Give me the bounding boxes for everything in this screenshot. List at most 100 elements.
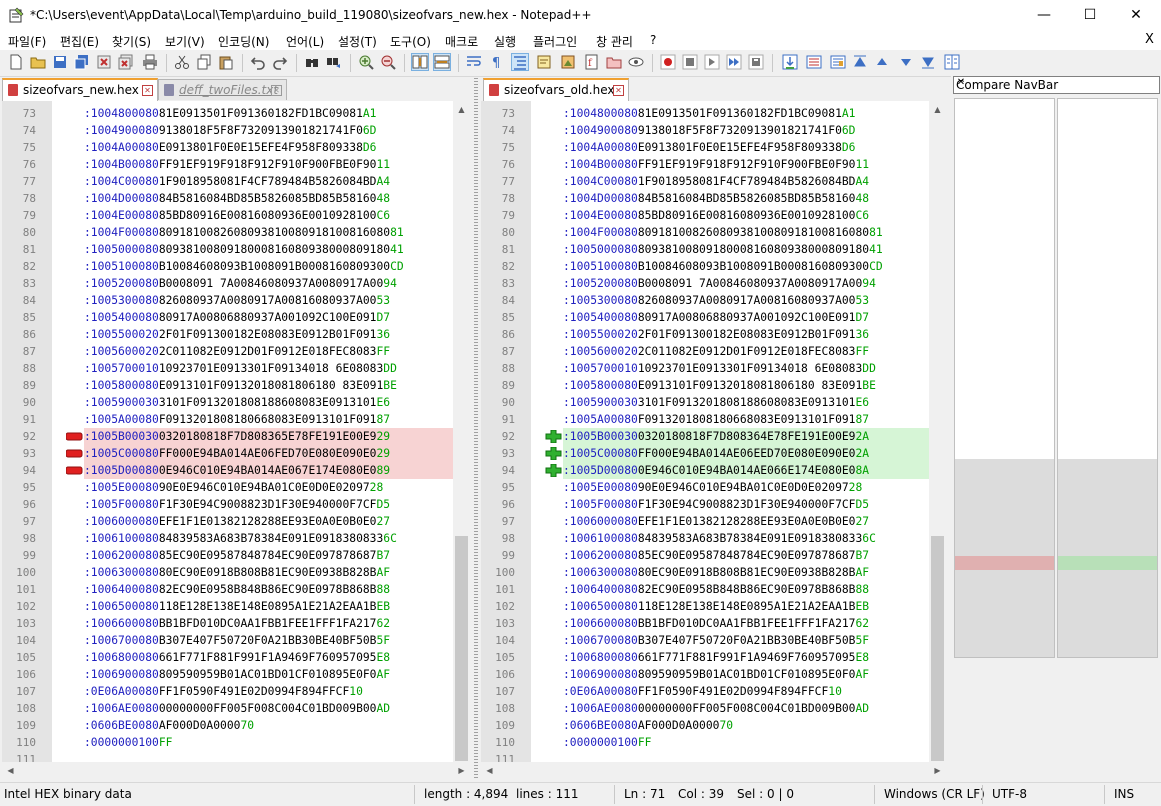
zoom-out-icon[interactable] — [380, 54, 396, 70]
line-content[interactable]: :100620008085EC90E09587848784EC90E097878… — [84, 547, 470, 564]
line-content[interactable]: :100640008082EC90E0958B848B86EC90E0978B8… — [84, 581, 470, 598]
new-file-icon[interactable] — [8, 54, 24, 70]
line-content[interactable]: :0000000100FF — [84, 734, 470, 751]
menu-tools[interactable]: 도구(O) — [390, 33, 431, 50]
code-line[interactable]: 92:1005B000300320180818F7D808364E78FE191… — [481, 428, 946, 445]
play-macro-icon[interactable] — [704, 54, 720, 70]
menu-search[interactable]: 찾기(S) — [112, 33, 151, 50]
code-line[interactable]: 83:1005200080B0008091 7A00846080937A0080… — [481, 275, 946, 292]
code-line[interactable]: 87:10056000202C011082E0912D01F0912E018FE… — [481, 343, 946, 360]
line-content[interactable]: :1006500080118E128E138E148E0895A1E21A2EA… — [563, 598, 946, 615]
code-line[interactable]: 100:100630008080EC90E0918B808B81EC90E093… — [481, 564, 946, 581]
tab-deff-twofiles[interactable]: deff_twoFiles.txt ✕ — [158, 79, 287, 100]
zoom-in-icon[interactable] — [358, 54, 374, 70]
code-line[interactable]: 76:1004B00080FF91EF919F918F912F910F900FB… — [481, 156, 946, 173]
line-content[interactable]: :100540008080917A00806880937A001092C100E… — [84, 309, 470, 326]
code-line[interactable]: 90:10059000303101F0913201808188608083E09… — [481, 394, 946, 411]
line-content[interactable]: :100630008080EC90E0918B808B81EC90E0938B8… — [563, 564, 946, 581]
code-line[interactable]: 103:1006600080BB1BFD010DC0AA1FBB1FEE1FFF… — [481, 615, 946, 632]
code-line[interactable]: 79:1004E0008085BD80916E00816080936E00109… — [2, 207, 470, 224]
code-line[interactable]: 81:1005000080809381008091800081608093800… — [481, 241, 946, 258]
code-line[interactable]: 82:1005100080B10084608093B1008091B000816… — [2, 258, 470, 275]
find-icon[interactable] — [304, 54, 320, 70]
line-content[interactable]: :0606BE0080AF000D0A000070 — [563, 717, 946, 734]
line-content[interactable]: :1004B00080FF91EF919F918F912F910F900FBE0… — [84, 156, 470, 173]
menu-settings[interactable]: 설정(T) — [338, 33, 377, 50]
line-content[interactable]: :1005300080826080937A0080917A00816080937… — [563, 292, 946, 309]
line-content[interactable]: :100540008080917A00806880937A001092C100E… — [563, 309, 946, 326]
line-content[interactable]: :1004F0008080918100826080938100809181008… — [563, 224, 946, 241]
code-line[interactable]: 104:1006700080B307E407F50720F0A21BB30BE4… — [2, 632, 470, 649]
code-line[interactable]: 78:1004D0008084B5816084BD85B5826085BD85B… — [2, 190, 470, 207]
close-file-icon[interactable] — [96, 54, 112, 70]
code-line[interactable]: 81:1005000080809381008091800081608093800… — [2, 241, 470, 258]
line-content[interactable]: :1005E0008090E0E946C010E94BA01C0E0D0E020… — [563, 479, 946, 496]
code-line[interactable]: 76:1004B00080FF91EF919F918F912F910F900FB… — [2, 156, 470, 173]
replace-icon[interactable] — [326, 54, 342, 70]
code-line[interactable]: 97:1006000080EFE1F1E01382128288EE93E0A0E… — [481, 513, 946, 530]
line-content[interactable]: :1006600080BB1BFD010DC0AA1FBB1FEE1FFF1FA… — [84, 615, 470, 632]
code-line[interactable]: 106:1006900080809590959B01AC01BD01CF0108… — [2, 666, 470, 683]
scroll-left-icon[interactable]: ◀ — [2, 762, 19, 779]
menu-language[interactable]: 언어(L) — [286, 33, 324, 50]
line-content[interactable]: :100500008080938100809180008160809380008… — [563, 241, 946, 258]
code-line[interactable]: 105:1006800080661F771F881F991F1A9469F760… — [2, 649, 470, 666]
previous-diff-icon[interactable] — [874, 54, 890, 70]
code-line[interactable]: 92:1005B000300320180818F7D808365E78FE191… — [2, 428, 470, 445]
minimize-button[interactable]: — — [1021, 0, 1067, 30]
line-content[interactable]: :1004A00080E0913801F0E0E15EFE4F958F80933… — [563, 139, 946, 156]
undo-icon[interactable] — [250, 54, 266, 70]
menu-edit[interactable]: 편집(E) — [60, 33, 99, 50]
compare-icon[interactable] — [782, 54, 798, 70]
line-content[interactable]: :1004B00080FF91EF919F918F912F910F900FBE0… — [563, 156, 946, 173]
line-content[interactable]: :0606BE0080AF000D0A000070 — [84, 717, 470, 734]
line-content[interactable]: :1005A00080F0913201808180668083E0913101F… — [84, 411, 470, 428]
code-line[interactable]: 82:1005100080B10084608093B1008091B000816… — [481, 258, 946, 275]
line-content[interactable]: :1006AE008000000000FF005F008C004C01BD009… — [84, 700, 470, 717]
code-line[interactable]: 102:1006500080118E128E138E148E0895A1E21A… — [481, 598, 946, 615]
code-line[interactable]: 85:100540008080917A00806880937A001092C10… — [2, 309, 470, 326]
record-macro-icon[interactable] — [660, 54, 676, 70]
code-line[interactable]: 107:0E06A00080FF1F0590F491E02D0994F894FF… — [481, 683, 946, 700]
code-line[interactable]: 110:0000000100FF — [481, 734, 946, 751]
line-content[interactable]: :0E06A00080FF1F0590F491E02D0994F894FFCF1… — [563, 683, 946, 700]
last-diff-icon[interactable] — [920, 54, 936, 70]
folder-as-workspace-icon[interactable] — [606, 54, 622, 70]
navbar-right-column[interactable] — [1057, 98, 1158, 658]
code-line[interactable]: 102:1006500080118E128E138E148E0895A1E21A… — [2, 598, 470, 615]
line-content[interactable]: :1005C00080FF000E94BA014AE06FED70E080E09… — [84, 445, 470, 462]
code-line[interactable]: 84:1005300080826080937A0080917A008160809… — [2, 292, 470, 309]
menu-run[interactable]: 실행 — [494, 33, 516, 50]
code-line[interactable]: 74:10049000809138018F5F8F732091390182174… — [481, 122, 946, 139]
code-line[interactable]: 110:0000000100FF — [2, 734, 470, 751]
code-line[interactable]: 80:1004F00080809181008260809381008091810… — [2, 224, 470, 241]
code-line[interactable]: 86:10055000202F01F091300182E08083E0912B0… — [2, 326, 470, 343]
monitoring-icon[interactable] — [628, 54, 644, 70]
line-content[interactable]: :1005100080B10084608093B1008091B00081608… — [84, 258, 470, 275]
line-content[interactable]: :1006700080B307E407F50720F0A21BB30BE40BF… — [84, 632, 470, 649]
print-icon[interactable] — [142, 54, 158, 70]
line-content[interactable]: :1005C00080FF000E94BA014AE06EED70E080E09… — [563, 445, 946, 462]
scroll-right-icon[interactable]: ▶ — [453, 762, 470, 779]
code-line[interactable]: 105:1006800080661F771F881F991F1A9469F760… — [481, 649, 946, 666]
close-window-button[interactable]: ✕ — [1113, 0, 1159, 30]
scroll-up-icon[interactable]: ▲ — [453, 101, 470, 118]
line-content[interactable]: :1005800080E0913101F09132018081806180 83… — [563, 377, 946, 394]
sync-horizontal-scroll-icon[interactable] — [433, 53, 451, 71]
compare-to-git-icon[interactable] — [830, 54, 846, 70]
left-horizontal-scrollbar[interactable]: ◀ ▶ — [2, 762, 470, 779]
code-line[interactable]: 75:1004A00080E0913801F0E0E15EFE4F958F809… — [2, 139, 470, 156]
line-content[interactable]: :10055000202F01F091300182E08083E0912B01F… — [563, 326, 946, 343]
line-content[interactable]: :10056000202C011082E0912D01F0912E018FEC8… — [84, 343, 470, 360]
code-line[interactable]: 93:1005C00080FF000E94BA014AE06EED70E080E… — [481, 445, 946, 462]
line-content[interactable]: :10049000809138018F5F8F7320913901821741F… — [563, 122, 946, 139]
menu-window[interactable]: 창 관리 — [596, 33, 633, 50]
line-content[interactable]: :1005A00080F0913201808180668083E0913101F… — [563, 411, 946, 428]
scroll-left-icon[interactable]: ◀ — [481, 762, 498, 779]
code-line[interactable]: 83:1005200080B0008091 7A00846080937A0080… — [2, 275, 470, 292]
line-content[interactable]: :100610008084839583A683B78384E091E091838… — [84, 530, 470, 547]
line-content[interactable]: :1004E0008085BD80916E00816080936E0010928… — [84, 207, 470, 224]
save-all-icon[interactable] — [74, 54, 90, 70]
code-line[interactable]: 107:0E06A00080FF1F0590F491E02D0994F894FF… — [2, 683, 470, 700]
code-line[interactable]: 90:10059000303101F0913201808188608083E09… — [2, 394, 470, 411]
